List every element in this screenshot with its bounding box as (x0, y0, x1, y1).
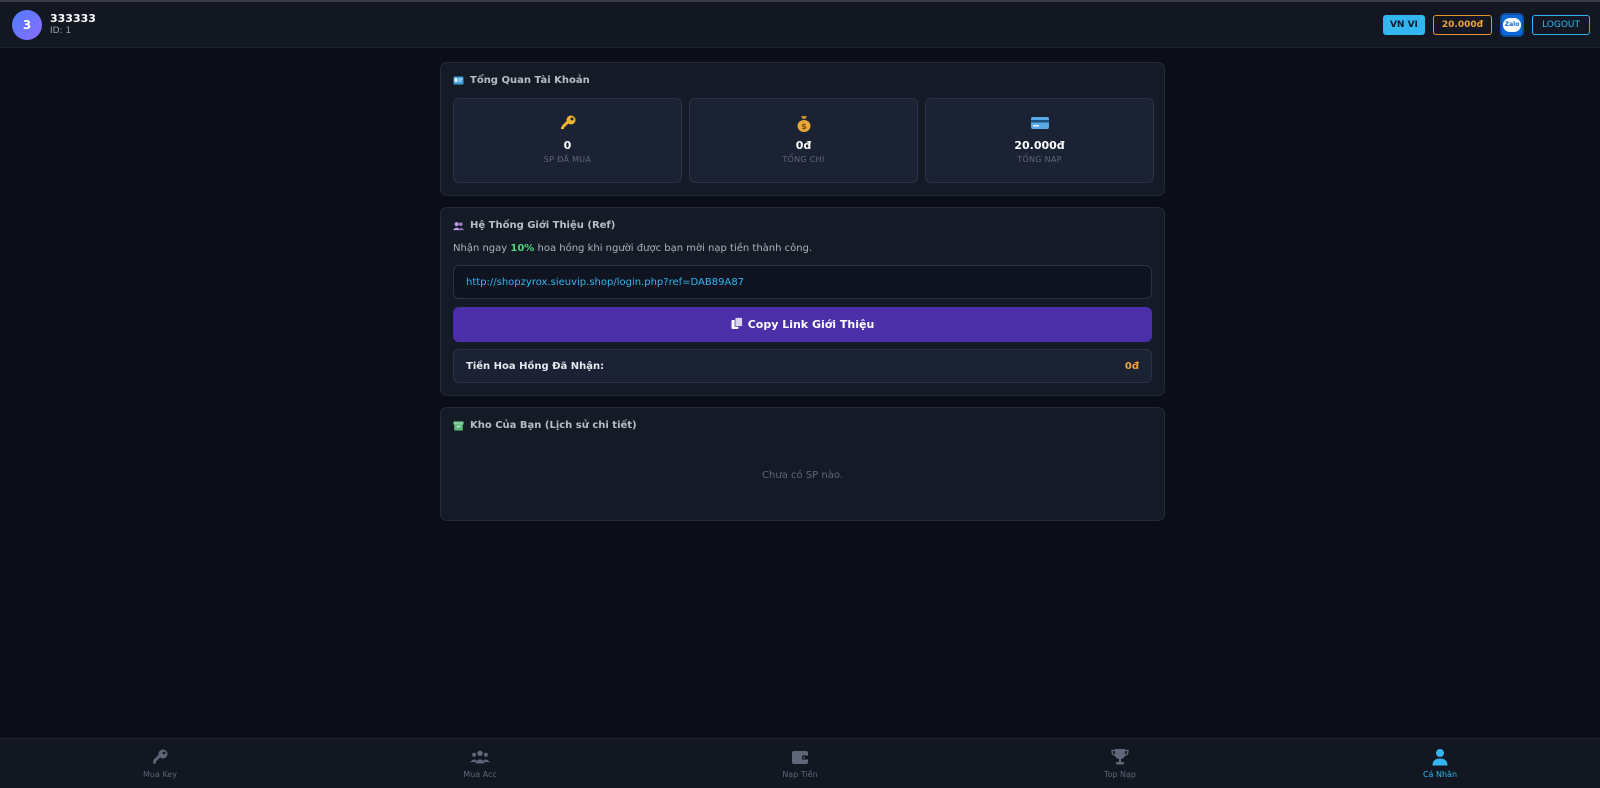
stat-value: 0đ (795, 139, 812, 152)
id-card-icon (453, 75, 464, 86)
nav-item-ca-nhan[interactable]: Cá Nhân (1280, 739, 1600, 788)
referral-title: Hệ Thống Giới Thiệu (Ref) (470, 220, 616, 231)
stat-products-bought: 0 SP ĐÃ MUA (453, 98, 682, 183)
box-icon (453, 420, 464, 431)
svg-text:$: $ (801, 122, 807, 131)
trophy-icon (1110, 748, 1130, 766)
balance-badge[interactable]: 20.000đ (1432, 14, 1493, 35)
nav-label: Mua Acc (463, 770, 497, 779)
inventory-title: Kho Của Bạn (Lịch sử chi tiết) (470, 420, 637, 431)
money-bag-icon: $ (690, 113, 917, 135)
zalo-button[interactable]: Zalo (1500, 12, 1525, 37)
nav-label: Top Nạp (1103, 770, 1136, 779)
users-icon (470, 748, 490, 766)
user-id: ID: 1 (50, 26, 72, 36)
stat-value: 20.000đ (1014, 139, 1065, 152)
referral-description: Nhận ngay 10% hoa hồng khi người được bạ… (453, 243, 813, 254)
stat-total-deposit: 20.000đ TỔNG NẠP (925, 98, 1154, 183)
commission-row: Tiền Hoa Hồng Đã Nhận: 0đ (453, 349, 1152, 383)
copy-icon (731, 316, 743, 333)
key-icon (454, 113, 681, 135)
stat-label: TỔNG NẠP (1017, 155, 1062, 164)
top-header: 3 333333 ID: 1 VN VI 20.000đ Zalo LOGOUT (0, 2, 1600, 48)
commission-label: Tiền Hoa Hồng Đã Nhận: (466, 360, 605, 372)
username: 333333 (50, 12, 96, 25)
account-overview-card: Tổng Quan Tài Khoản 0 SP ĐÃ MUA $ 0đ TỔN… (440, 62, 1165, 196)
nav-label: Mua Key (143, 770, 177, 779)
nav-label: Nạp Tiền (782, 770, 818, 779)
referral-link-field[interactable]: http://shopzyrox.sieuvip.shop/login.php?… (453, 265, 1152, 299)
wallet-icon (790, 748, 810, 766)
stat-total-spent: $ 0đ TỔNG CHI (689, 98, 918, 183)
logout-button[interactable]: LOGOUT (1532, 14, 1590, 35)
nav-item-nap-tien[interactable]: Nạp Tiền (640, 739, 960, 788)
copy-button-label: Copy Link Giới Thiệu (747, 318, 875, 331)
commission-value: 0đ (1124, 360, 1139, 372)
key-icon (150, 748, 170, 766)
referral-card: Hệ Thống Giới Thiệu (Ref) Nhận ngay 10% … (440, 207, 1165, 396)
commission-percent: 10% (510, 243, 535, 254)
user-icon (1430, 748, 1450, 766)
user-info: 3 333333 ID: 1 (12, 9, 96, 40)
nav-item-top-nap[interactable]: Top Nạp (960, 739, 1280, 788)
copy-referral-link-button[interactable]: Copy Link Giới Thiệu (453, 307, 1152, 342)
overview-title: Tổng Quan Tài Khoản (470, 75, 590, 86)
inventory-card: Kho Của Bạn (Lịch sử chi tiết) Chưa có S… (440, 407, 1165, 521)
credit-card-icon (926, 113, 1153, 135)
inventory-empty-text: Chưa có SP nào. (762, 470, 843, 481)
bottom-navigation: Mua Key Mua Acc Nạp Tiền Top Nạp Cá Nhân (0, 738, 1600, 788)
stat-label: SP ĐÃ MUA (543, 155, 592, 164)
stat-value: 0 (563, 139, 572, 152)
users-icon (453, 220, 464, 231)
nav-item-mua-key[interactable]: Mua Key (0, 739, 320, 788)
nav-item-mua-acc[interactable]: Mua Acc (320, 739, 640, 788)
avatar[interactable]: 3 (12, 9, 42, 40)
stat-label: TỔNG CHI (782, 155, 825, 164)
language-button[interactable]: VN VI (1382, 14, 1425, 35)
zalo-icon: Zalo (1503, 17, 1522, 32)
nav-label: Cá Nhân (1422, 770, 1458, 779)
